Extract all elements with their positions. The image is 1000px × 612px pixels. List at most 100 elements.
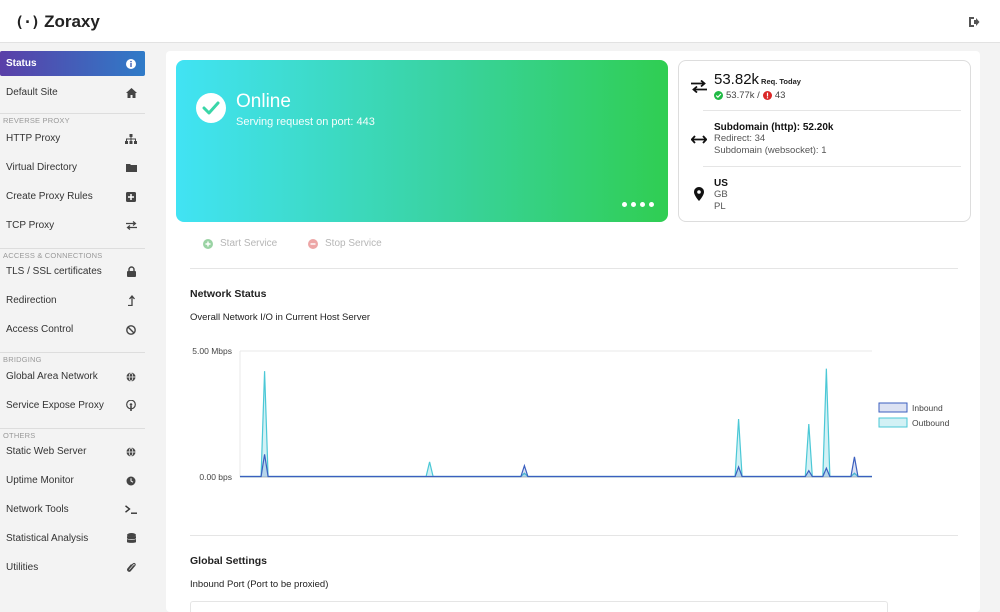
section-bridging: BRIDGING <box>0 352 145 364</box>
chart-grid <box>239 350 872 478</box>
sitemap-icon <box>125 133 137 145</box>
series-area-inbound <box>240 454 872 477</box>
check-circle-icon <box>196 93 226 123</box>
divider <box>190 535 958 536</box>
database-icon <box>125 533 137 545</box>
requests-label: Req. Today <box>761 77 801 86</box>
sidebar-item-static-web-server[interactable]: Static Web Server <box>0 439 145 464</box>
y-tick-label: 0.00 bps <box>199 472 232 482</box>
inbound-port-input[interactable] <box>190 601 888 612</box>
sidebar-item-access-control[interactable]: Access Control <box>0 317 145 342</box>
plus-square-icon <box>125 191 137 203</box>
sidebar-item-service-expose-proxy[interactable]: Service Expose Proxy <box>0 393 145 418</box>
home-icon <box>125 87 137 99</box>
terminal-icon <box>125 504 137 516</box>
clock-icon <box>125 475 137 487</box>
sidebar-item-label: Static Web Server <box>6 446 87 457</box>
divider <box>703 166 961 167</box>
level-up-icon <box>125 295 137 307</box>
sidebar-item-label: TLS / SSL certificates <box>6 266 102 277</box>
app-name: Zoraxy <box>44 12 100 31</box>
lock-icon <box>125 266 137 278</box>
country-item: PL <box>714 200 726 212</box>
sidebar-item-label: Create Proxy Rules <box>6 191 93 202</box>
y-tick-label: 5.00 Mbps <box>192 346 232 356</box>
sidebar-item-global-area-network[interactable]: Global Area Network <box>0 364 145 389</box>
status-card: Online Serving request on port: 443 <box>176 60 668 222</box>
websocket-count: Subdomain (websocket): 1 <box>714 144 827 156</box>
sidebar-item-status[interactable]: Status <box>0 51 145 76</box>
divider <box>190 268 958 269</box>
sidebar-item-label: Uptime Monitor <box>6 475 74 486</box>
sidebar-item-http-proxy[interactable]: HTTP Proxy <box>0 126 145 151</box>
series-line-outbound <box>240 368 872 478</box>
sidebar-item-label: Default Site <box>6 87 58 98</box>
country-top: US <box>714 178 728 189</box>
sidebar-item-label: Statistical Analysis <box>6 533 89 544</box>
chart-legend: Inbound Outbound <box>878 402 950 428</box>
network-status-title: Network Status <box>190 288 267 300</box>
sidebar-item-label: Access Control <box>6 324 74 335</box>
error-count: 43 <box>774 90 786 101</box>
sidebar-item-label: Global Area Network <box>6 371 98 382</box>
play-circle-icon <box>203 238 213 249</box>
sidebar-item-label: Network Tools <box>6 504 69 515</box>
sidebar-item-uptime-monitor[interactable]: Uptime Monitor <box>0 468 145 493</box>
podcast-icon <box>125 400 137 412</box>
stop-service-button[interactable]: Stop Service <box>308 238 382 249</box>
sidebar-item-utilities[interactable]: Utilities <box>0 555 145 580</box>
sidebar-item-tcp-proxy[interactable]: TCP Proxy <box>0 213 145 238</box>
sidebar-item-label: HTTP Proxy <box>6 133 61 144</box>
folder-icon <box>125 162 137 174</box>
sidebar-item-label: Utilities <box>6 562 39 573</box>
sidebar-item-label: Service Expose Proxy <box>6 400 104 411</box>
sidebar-item-network-tools[interactable]: Network Tools <box>0 497 145 522</box>
globe-icon <box>125 446 137 458</box>
status-title: Online <box>236 91 291 112</box>
series-line-inbound <box>240 454 872 478</box>
start-service-label: Start Service <box>220 238 278 249</box>
chart-series <box>240 368 872 478</box>
country-item: GB <box>714 189 728 200</box>
divider <box>703 110 961 111</box>
section-reverse-proxy: REVERSE PROXY <box>0 113 145 125</box>
map-marker-icon <box>691 186 707 202</box>
sidebar-item-virtual-directory[interactable]: Virtual Directory <box>0 155 145 180</box>
stop-service-label: Stop Service <box>325 238 382 249</box>
legend-label-inbound: Inbound <box>912 403 943 413</box>
sidebar-item-create-proxy-rules[interactable]: Create Proxy Rules <box>0 184 145 209</box>
logout-icon[interactable] <box>968 15 980 27</box>
start-service-button[interactable]: Start Service <box>203 238 277 249</box>
ban-icon <box>125 324 137 336</box>
sidebar-item-redirection[interactable]: Redirection <box>0 288 145 313</box>
legend-swatch-outbound <box>878 417 908 428</box>
sidebar-item-statistical-analysis[interactable]: Statistical Analysis <box>0 526 145 551</box>
exchange-icon <box>691 78 707 94</box>
sidebar-item-label: Status <box>6 58 37 69</box>
legend-swatch-inbound <box>878 402 908 413</box>
ellipsis-icon[interactable] <box>622 202 654 207</box>
sidebar-item-default-site[interactable]: Default Site <box>0 80 145 105</box>
subdomain-http: Subdomain (http): 52.20k <box>714 122 834 133</box>
status-subtitle: Serving request on port: 443 <box>236 116 375 128</box>
error-icon <box>762 91 772 100</box>
success-count: 53.77k / <box>726 90 760 101</box>
sidebar-item-tls-ssl[interactable]: TLS / SSL certificates <box>0 259 145 284</box>
redirect-count: Redirect: 34 <box>714 133 766 144</box>
legend-label-outbound: Outbound <box>912 418 950 428</box>
stats-card: 53.82k Req. Today 53.77k / 43 Subdomain (… <box>678 60 971 222</box>
info-icon <box>125 58 137 70</box>
sidebar-item-label: Redirection <box>6 295 57 306</box>
network-status-subtitle: Overall Network I/O in Current Host Serv… <box>190 312 371 323</box>
requests-count: 53.82k <box>714 71 760 88</box>
exchange-icon <box>125 220 137 232</box>
top-bar: (·) Zoraxy <box>0 0 1000 43</box>
global-settings-title: Global Settings <box>190 555 268 567</box>
inbound-port-label: Inbound Port (Port to be proxied) <box>190 579 329 590</box>
logo[interactable]: (·) Zoraxy <box>15 12 100 32</box>
network-io-chart: 5.00 Mbps 0.00 bps Inbound Outbound <box>192 346 950 482</box>
success-icon <box>714 91 723 100</box>
series-area-outbound <box>240 368 872 477</box>
logo-mark-icon: (·) <box>15 13 40 31</box>
globe-icon <box>125 371 137 383</box>
